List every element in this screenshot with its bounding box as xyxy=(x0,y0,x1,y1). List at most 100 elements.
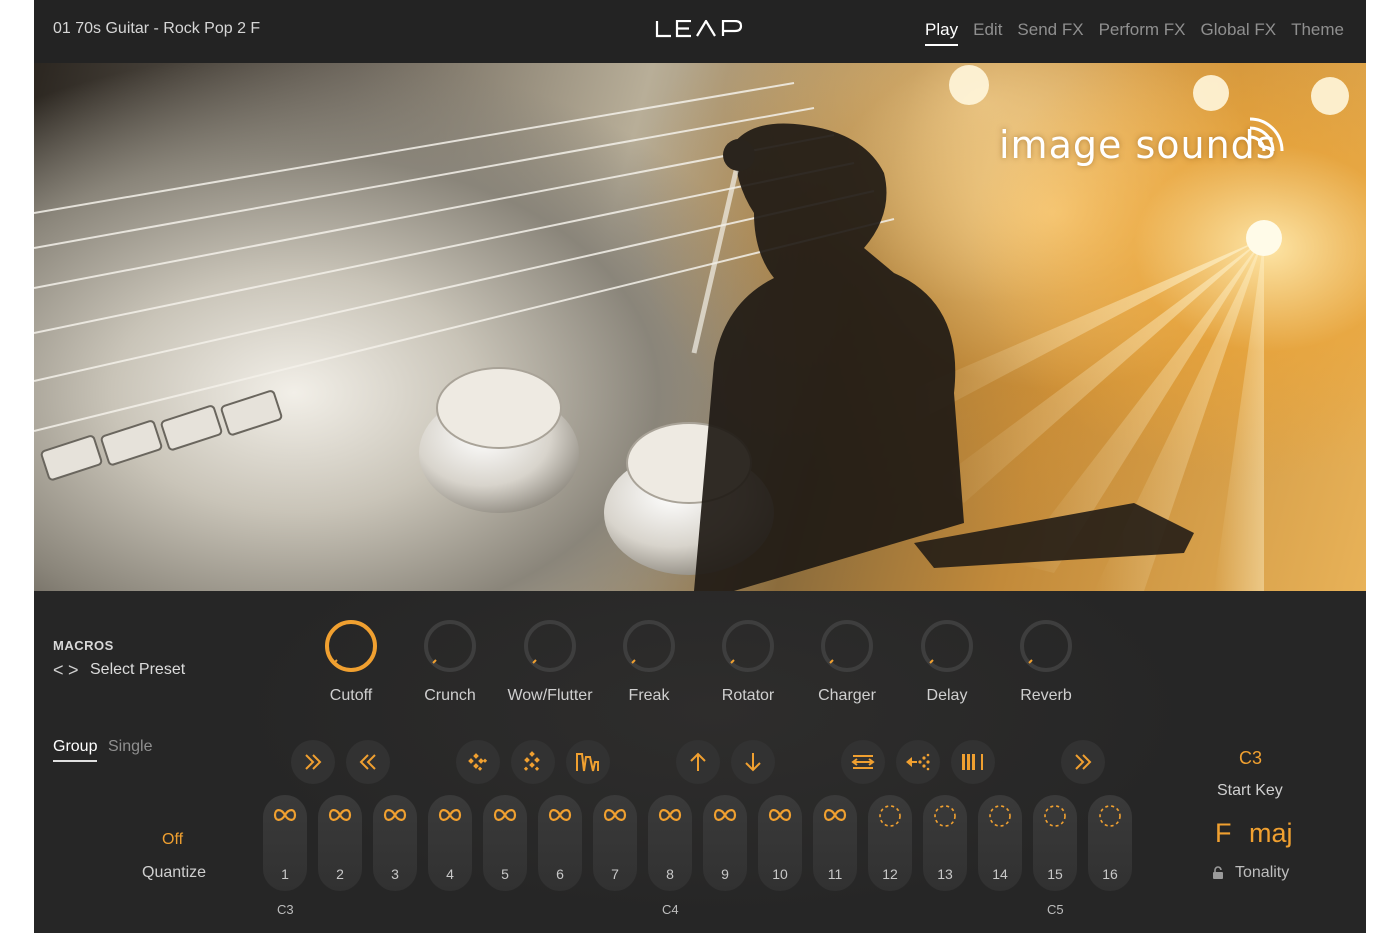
double-forward-button[interactable] xyxy=(1061,740,1105,784)
start-key-value[interactable]: C3 xyxy=(1239,748,1262,769)
pad-number: 10 xyxy=(772,866,788,882)
one-shot-icon xyxy=(1099,805,1121,827)
macros-title: MACROS xyxy=(53,638,114,653)
loop-icon xyxy=(548,809,572,821)
tab-single[interactable]: Single xyxy=(108,738,152,756)
pad-number: 3 xyxy=(391,866,399,882)
pad-number: 5 xyxy=(501,866,509,882)
double-forward-icon xyxy=(1075,754,1092,770)
pad-9[interactable]: 9 xyxy=(703,795,747,891)
loop-icon xyxy=(438,809,462,821)
pad-10[interactable]: 10 xyxy=(758,795,802,891)
macro-knob-wow-flutter[interactable]: Wow/Flutter xyxy=(500,618,600,705)
leap-instrument-window: 01 70s Guitar - Rock Pop 2 F Play Edit S… xyxy=(34,0,1366,933)
control-panel: MACROS < > Select Preset Cutoff Crunch W… xyxy=(34,591,1366,933)
tab-send-fx[interactable]: Send FX xyxy=(1017,20,1083,40)
rewind-icon xyxy=(359,754,376,770)
knob-label: Delay xyxy=(926,687,968,704)
fast-forward-icon xyxy=(305,754,322,770)
randomize-icon xyxy=(523,751,540,771)
preset-name[interactable]: 01 70s Guitar - Rock Pop 2 F xyxy=(53,20,260,38)
fast-forward-button[interactable] xyxy=(291,740,335,784)
pad-16[interactable]: 16 xyxy=(1088,795,1132,891)
pad-number: 9 xyxy=(721,866,729,882)
tonality-root-selector[interactable]: F xyxy=(1215,818,1232,849)
macro-knob-rotator[interactable]: Rotator xyxy=(698,618,798,705)
pad-number: 13 xyxy=(937,866,953,882)
reverse-button[interactable] xyxy=(841,740,885,784)
rewind-button[interactable] xyxy=(346,740,390,784)
knob-dial xyxy=(524,620,576,672)
tab-edit[interactable]: Edit xyxy=(973,20,1002,40)
knob-label: Charger xyxy=(818,687,876,704)
pad-13[interactable]: 13 xyxy=(923,795,967,891)
pad-8[interactable]: 8 xyxy=(648,795,692,891)
macro-knob-crunch[interactable]: Crunch xyxy=(400,618,500,705)
knob-dial xyxy=(424,620,476,672)
sound-waves-icon xyxy=(1249,117,1284,152)
pad-14[interactable]: 14 xyxy=(978,795,1022,891)
pad-6[interactable]: 6 xyxy=(538,795,582,891)
octave-label-c3: C3 xyxy=(277,902,294,917)
randomize-button[interactable] xyxy=(511,740,555,784)
tab-play[interactable]: Play xyxy=(925,20,959,46)
pitch-down-button[interactable] xyxy=(731,740,775,784)
one-shot-icon xyxy=(879,805,901,827)
knob-label: Freak xyxy=(628,687,670,704)
preset-artwork: image sounds xyxy=(34,63,1366,591)
tonality-label: Tonality xyxy=(1235,864,1290,881)
pad-3[interactable]: 3 xyxy=(373,795,417,891)
loop-icon xyxy=(713,809,737,821)
one-shot-icon xyxy=(934,805,956,827)
pad-number: 16 xyxy=(1102,866,1118,882)
pad-number: 6 xyxy=(556,866,564,882)
pad-number: 1 xyxy=(281,866,289,882)
knob-dial xyxy=(623,620,675,672)
slice-icon xyxy=(962,754,983,770)
envelope-button[interactable] xyxy=(566,740,610,784)
pad-7[interactable]: 7 xyxy=(593,795,637,891)
next-preset-icon[interactable]: > xyxy=(68,660,79,681)
macro-knob-cutoff[interactable]: Cutoff xyxy=(301,618,401,705)
tab-perform-fx[interactable]: Perform FX xyxy=(1099,20,1186,40)
macro-knob-freak[interactable]: Freak xyxy=(599,618,699,705)
tab-global-fx[interactable]: Global FX xyxy=(1200,20,1276,40)
knob-label: Cutoff xyxy=(329,687,373,704)
select-preset-button[interactable]: Select Preset xyxy=(90,661,185,679)
pitch-up-button[interactable] xyxy=(676,740,720,784)
pad-1[interactable]: 1 xyxy=(263,795,307,891)
pad-2[interactable]: 2 xyxy=(318,795,362,891)
quantize-value[interactable]: Off xyxy=(162,831,183,849)
shuffle-button[interactable] xyxy=(456,740,500,784)
scatter-button[interactable] xyxy=(896,740,940,784)
slice-button[interactable] xyxy=(951,740,995,784)
pitch-up-icon xyxy=(690,752,706,771)
pad-number: 15 xyxy=(1047,866,1063,882)
tab-theme[interactable]: Theme xyxy=(1291,20,1344,40)
macro-knob-reverb[interactable]: Reverb xyxy=(996,618,1096,705)
previous-preset-icon[interactable]: < xyxy=(53,660,64,681)
octave-label-c4: C4 xyxy=(662,902,679,917)
pad-12[interactable]: 12 xyxy=(868,795,912,891)
top-bar: 01 70s Guitar - Rock Pop 2 F Play Edit S… xyxy=(34,0,1366,63)
pad-number: 8 xyxy=(666,866,674,882)
lock-icon[interactable] xyxy=(1212,866,1224,880)
tonality-mode-selector[interactable]: maj xyxy=(1249,818,1293,849)
pad-11[interactable]: 11 xyxy=(813,795,857,891)
one-shot-icon xyxy=(989,805,1011,827)
leap-logo xyxy=(655,20,743,38)
octave-label-c5: C5 xyxy=(1047,902,1064,917)
macro-knob-charger[interactable]: Charger xyxy=(797,618,897,705)
tab-group[interactable]: Group xyxy=(53,738,98,762)
knob-dial xyxy=(821,620,873,672)
quantize-label: Quantize xyxy=(142,864,207,881)
pad-number: 7 xyxy=(611,866,619,882)
loop-icon xyxy=(603,809,627,821)
pad-5[interactable]: 5 xyxy=(483,795,527,891)
knob-dial xyxy=(325,620,377,672)
pad-4[interactable]: 4 xyxy=(428,795,472,891)
pitch-down-icon xyxy=(745,753,761,772)
pad-number: 4 xyxy=(446,866,454,882)
pad-15[interactable]: 15 xyxy=(1033,795,1077,891)
macro-knob-delay[interactable]: Delay xyxy=(897,618,997,705)
